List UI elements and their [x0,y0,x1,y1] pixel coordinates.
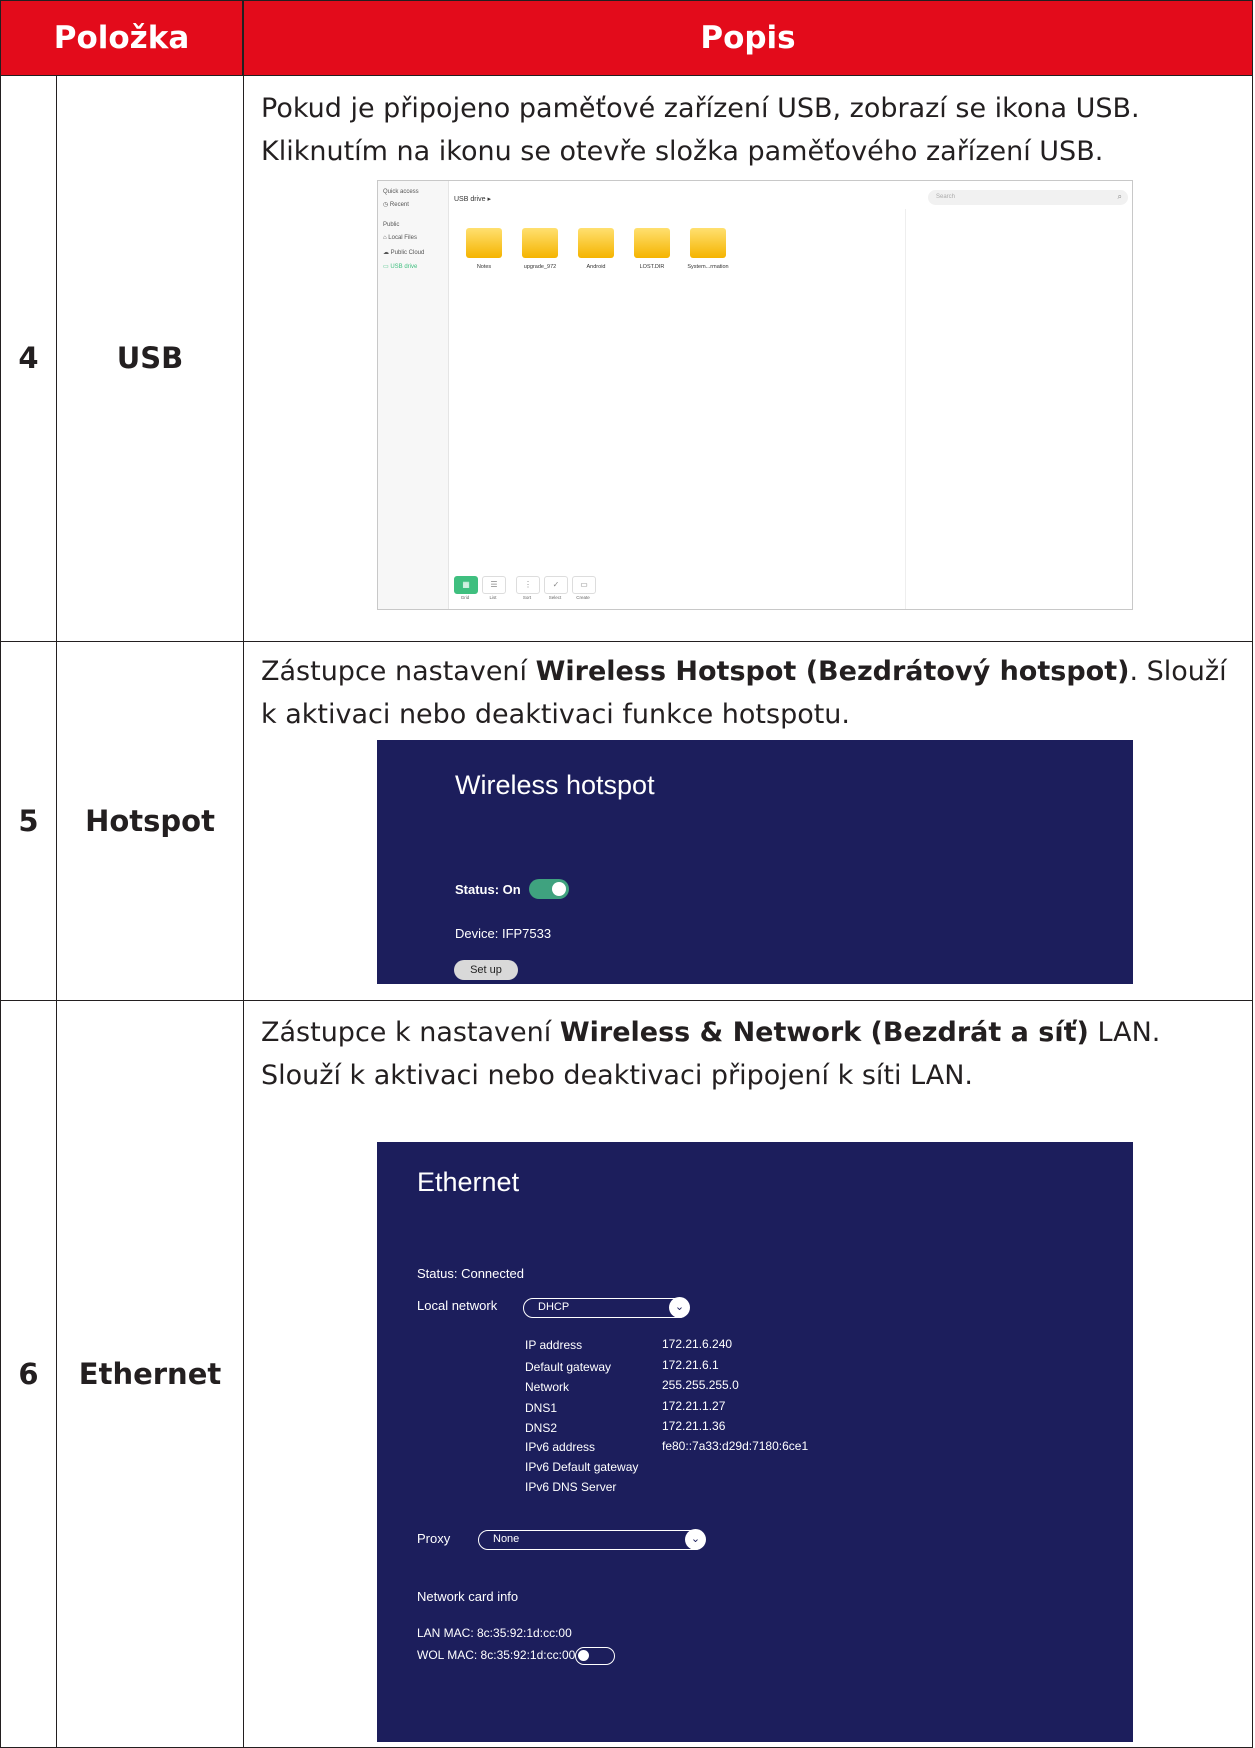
row-number: 4 [1,75,57,641]
field-value: fe80::7a33:d29d:7180:6ce1 [662,1439,809,1453]
header-item: Položka [1,1,244,75]
sort-icon[interactable]: ⋮ [516,576,540,594]
folder-label: LOST.DIR [639,264,665,270]
hotspot-device: Device: IFP7533 [455,926,552,941]
search-input[interactable]: Search ⌕ [928,190,1128,205]
search-icon[interactable]: ⌕ [1118,192,1122,202]
row-item: USB [57,75,244,641]
field-key: Network [525,1380,570,1394]
wol-toggle[interactable] [575,1647,615,1665]
field-key: IPv6 DNS Server [525,1480,617,1494]
create-folder-icon[interactable]: ▭ [572,576,596,594]
hotspot-status: Status: On [455,882,521,897]
field-value: 172.21.6.240 [662,1337,733,1351]
sidebar-item-usb-drive[interactable]: ▭ USB drive [383,263,417,270]
field-key: IPv6 address [525,1440,596,1454]
folder-icon[interactable] [466,228,502,258]
proxy-label: Proxy [417,1531,451,1546]
folder-label: Notes [476,264,492,270]
local-files-label: Local Files [388,235,417,241]
select-icon[interactable]: ✓ [544,576,568,594]
setup-button[interactable]: Set up [454,960,518,980]
breadcrumb[interactable]: USB drive ▸ [454,195,491,203]
public-label: Public [383,222,400,228]
quick-access-label: Quick access [383,189,419,195]
tool-label: Grid [460,595,470,600]
table-header: Položka Popis [0,0,1253,76]
divider [905,209,906,609]
ethernet-title: Ethernet [417,1167,520,1197]
desc-pre: Zástupce nastavení [261,656,536,687]
desc-bold: Wireless & Network (Bezdrát a síť) [559,1017,1089,1048]
field-key: DNS2 [525,1421,558,1435]
tool-label: Sort [522,595,532,600]
sidebar-item-local-files[interactable]: ⌂ Local Files [383,235,417,241]
local-network-value: DHCP [538,1301,570,1313]
chevron-down-icon[interactable]: ⌄ [685,1529,706,1550]
local-network-select[interactable]: DHCP ⌄ [523,1297,690,1318]
search-placeholder: Search [936,194,956,200]
field-value: 172.21.1.27 [662,1399,726,1413]
folder-label: System...rmation [687,264,729,270]
ethernet-screenshot: Ethernet Status: Connected Local network… [377,1142,1133,1742]
lan-mac: LAN MAC: 8c:35:92:1d:cc:00 [417,1626,572,1640]
wol-mac: WOL MAC: 8c:35:92:1d:cc:00 [417,1648,576,1662]
local-network-label: Local network [417,1298,498,1313]
desc-bold: Wireless Hotspot (Bezdrátový hotspot) [535,656,1130,687]
recent-label: Recent [389,202,409,208]
folder-label: upgrade_972 [523,264,557,270]
field-key: IPv6 Default gateway [525,1460,639,1474]
field-value: 172.21.1.36 [662,1419,726,1433]
field-key: IP address [525,1338,583,1352]
grid-view-icon[interactable]: ▦ [454,576,478,594]
desc-pre: Zástupce k nastavení [261,1017,560,1048]
field-key: Default gateway [525,1360,612,1374]
folder-icon[interactable] [578,228,614,258]
sidebar: Quick access ◷ Recent Public ⌂ Local Fil… [378,181,449,609]
folder-icon[interactable] [690,228,726,258]
folder-icon[interactable] [522,228,558,258]
row-item: Ethernet [57,1001,244,1747]
tool-label: Create [576,595,590,600]
header-description: Popis [700,20,796,56]
row-description: Zástupce nastavení Wireless Hotspot (Bez… [261,650,1244,736]
hotspot-toggle[interactable] [529,879,569,899]
sidebar-item-recent[interactable]: ◷ Recent [383,201,409,208]
ethernet-status: Status: Connected [417,1266,524,1281]
proxy-select[interactable]: None ⌄ [478,1529,706,1550]
field-value: 255.255.255.0 [662,1378,739,1392]
usb-drive-label: USB drive [390,264,418,270]
list-view-icon[interactable]: ☰ [482,576,506,594]
sidebar-item-public-cloud[interactable]: ☁ Public Cloud [383,249,424,256]
usb-file-manager-screenshot: Quick access ◷ Recent Public ⌂ Local Fil… [377,180,1133,610]
hotspot-title: Wireless hotspot [455,770,655,800]
proxy-value: None [493,1533,520,1545]
row-number: 5 [1,642,57,1000]
row-number: 6 [1,1001,57,1747]
row-description: Zástupce k nastavení Wireless & Network … [261,1011,1244,1097]
field-value: 172.21.6.1 [662,1358,719,1372]
tool-label: Select [548,595,562,600]
tool-label: List [489,595,497,600]
row-description: Pokud je připojeno paměťové zařízení USB… [261,93,1140,167]
network-card-info-title: Network card info [417,1589,519,1604]
folder-icon[interactable] [634,228,670,258]
folder-label: Android [586,264,606,270]
row-item: Hotspot [57,642,244,1000]
chevron-down-icon[interactable]: ⌄ [669,1297,690,1318]
hotspot-screenshot: Wireless hotspot Status: On Device: IFP7… [377,740,1133,984]
public-cloud-label: Public Cloud [390,250,425,256]
field-key: DNS1 [525,1401,558,1415]
